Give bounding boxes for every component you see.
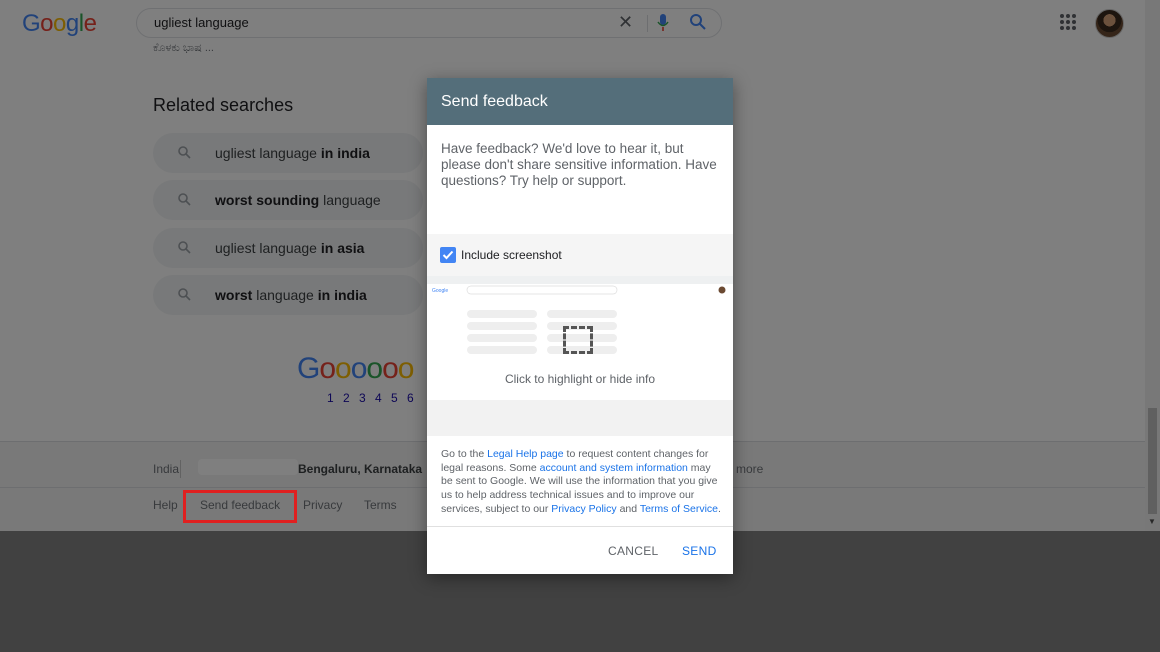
cancel-button[interactable]: CANCEL (608, 544, 658, 558)
terms-of-service-link[interactable]: Terms of Service (640, 503, 718, 515)
highlight-instruction: Click to highlight or hide info (504, 372, 656, 386)
include-screenshot-label: Include screenshot (461, 248, 562, 262)
account-system-info-link[interactable]: account and system information (540, 462, 688, 474)
svg-text:Google: Google (432, 288, 448, 294)
include-screenshot-row[interactable]: Include screenshot (427, 234, 733, 276)
send-feedback-dialog: Send feedback Have feedback? We'd love t… (427, 78, 733, 574)
send-button[interactable]: SEND (682, 544, 717, 558)
privacy-policy-link[interactable]: Privacy Policy (551, 503, 616, 515)
highlight-tool-icon (563, 326, 593, 354)
screenshot-preview[interactable]: Google Click to highlight or hide info (427, 276, 733, 436)
include-screenshot-checkbox[interactable] (440, 247, 456, 263)
dialog-intro-text[interactable]: Have feedback? We'd love to hear it, but… (441, 141, 723, 189)
checkmark-icon (442, 250, 454, 260)
screenshot-thumbnail-footer (427, 400, 733, 436)
annotation-highlight-box (183, 490, 297, 523)
legal-notice: Go to the Legal Help page to request con… (441, 448, 721, 515)
dialog-title: Send feedback (427, 78, 733, 125)
legal-help-link[interactable]: Legal Help page (487, 448, 563, 460)
dialog-divider (427, 526, 733, 527)
